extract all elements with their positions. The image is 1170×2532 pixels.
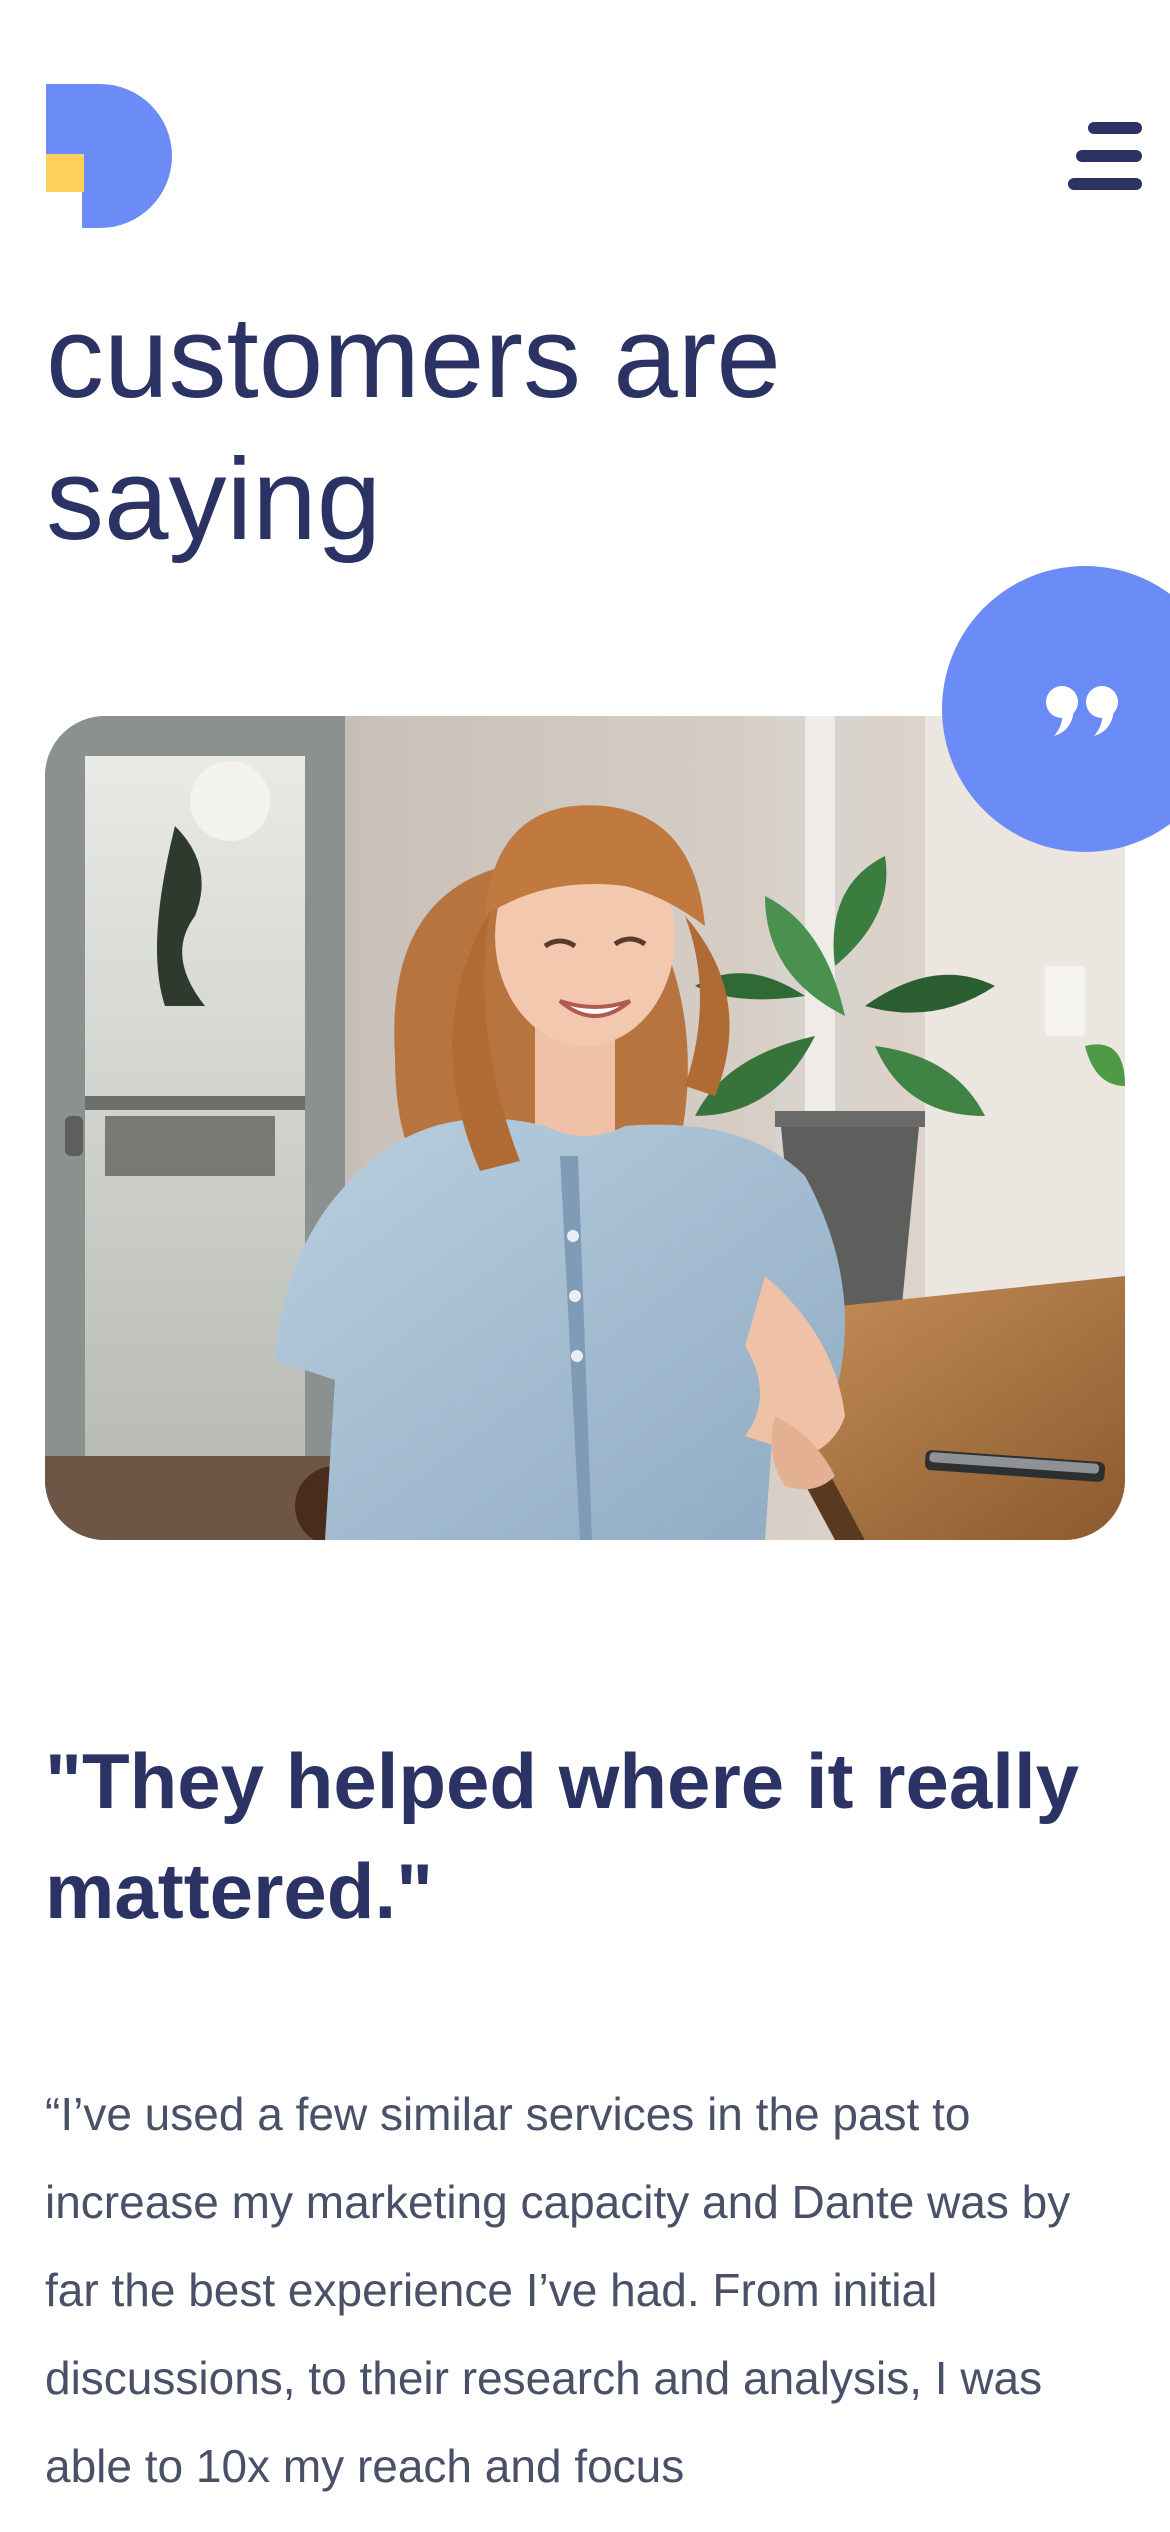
customer-photo-illustration: [45, 716, 1125, 1540]
quote-icon: [1046, 686, 1118, 736]
logo-link[interactable]: [46, 84, 172, 228]
heading-line-1: customers are: [46, 292, 781, 422]
testimonial-title: "They helped where it really mattered.": [45, 1737, 1079, 1935]
section-heading: customers are saying: [46, 286, 1126, 570]
testimonial-body: “I’ve used a few similar services in the…: [45, 2088, 1071, 2492]
menu-icon: [1068, 122, 1142, 190]
site-header: [0, 0, 1170, 260]
dante-logo-icon: [46, 84, 172, 228]
testimonial-photo: [45, 716, 1125, 1540]
menu-button[interactable]: [1066, 118, 1144, 194]
heading-line-2: saying: [46, 434, 382, 564]
